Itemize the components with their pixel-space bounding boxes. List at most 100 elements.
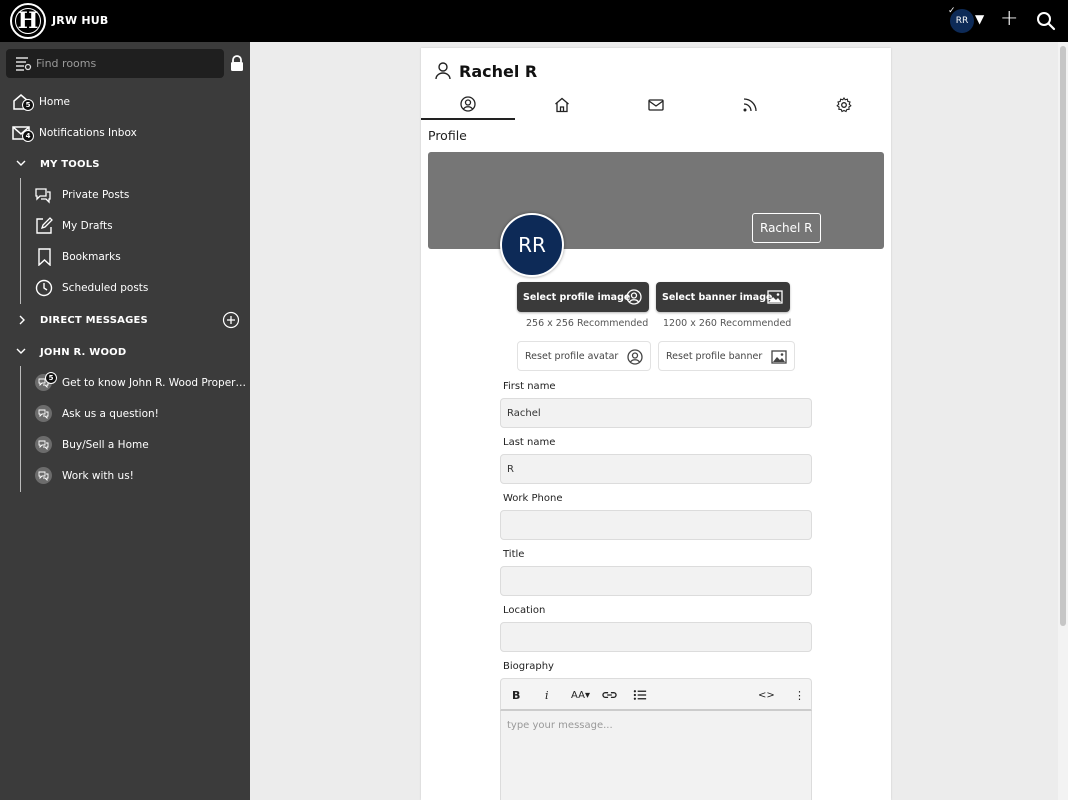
first-name-field[interactable] [500,398,812,428]
reset-profile-banner-button[interactable]: Reset profile banner [658,341,795,371]
chevron-down-icon[interactable]: ▼ [975,12,984,26]
last-name-field[interactable] [500,454,812,484]
font-size-button[interactable]: AA▾ [571,687,590,703]
home-badge: 5 [22,99,34,111]
sidebar-item-my-drafts[interactable]: My Drafts [0,214,250,238]
section-direct-messages[interactable]: DIRECT MESSAGES [0,308,250,332]
reset-profile-banner-label: Reset profile banner [666,350,763,362]
user-icon [435,62,451,80]
sidebar-item-bookmarks[interactable]: Bookmarks [0,245,250,269]
sidebar-room-work-with-us[interactable]: Work with us! [0,464,250,488]
code-button[interactable]: <> [758,687,775,703]
clock-icon [35,279,53,297]
image-icon [771,350,787,364]
biography-label: Biography [503,661,554,672]
work-phone-field[interactable] [500,510,812,540]
reset-profile-avatar-label: Reset profile avatar [525,350,619,362]
page-scrollbar[interactable] [1058,42,1068,800]
home-icon [555,97,569,113]
sidebar-room-get-to-know[interactable]: 5 Get to know John R. Wood Proper… [0,371,250,395]
sidebar-room-ask-us[interactable]: Ask us a question! [0,402,250,426]
sidebar-item-notifications-inbox[interactable]: 4 Notifications Inbox [0,121,250,145]
more-options-button[interactable]: ⋮ [794,687,805,703]
user-avatar-button[interactable]: ✓ RR [948,6,974,33]
my-tools-title: MY TOOLS [40,158,100,170]
bold-button[interactable]: B [512,687,520,703]
profile-tabs [421,90,891,120]
location-field[interactable] [500,622,812,652]
select-profile-image-button[interactable]: Select profile image [517,282,649,312]
section-john-r-wood[interactable]: JOHN R. WOOD [0,340,250,364]
user-circle-icon [627,349,643,365]
chat-room-icon [35,405,52,422]
bookmarks-label: Bookmarks [62,251,121,263]
gear-icon [836,97,852,113]
page-title: Rachel R [459,62,538,81]
rss-icon [743,98,757,112]
room-label: Buy/Sell a Home [62,439,149,451]
sidebar-room-buy-sell[interactable]: Buy/Sell a Home [0,433,250,457]
profile-image-hint: 256 x 256 Recommended [526,318,649,329]
private-posts-label: Private Posts [62,189,130,201]
first-name-label: First name [503,381,556,392]
tab-profile[interactable] [421,90,515,120]
sidebar-item-home[interactable]: 5 Home [0,90,250,114]
banner-image-hint: 1200 x 260 Recommended [663,318,792,329]
select-banner-image-button[interactable]: Select banner image [656,282,790,312]
banner-name-tag: Rachel R [752,213,821,243]
bullet-list-icon[interactable] [633,687,648,703]
jrw-hub-logo[interactable]: H [10,3,46,39]
tab-home[interactable] [515,90,609,120]
find-rooms-box [6,49,224,78]
room-label: Work with us! [62,470,134,482]
inbox-badge: 4 [22,130,34,142]
tab-settings[interactable] [797,90,891,120]
john-r-wood-title: JOHN R. WOOD [40,346,127,358]
scrollbar-thumb[interactable] [1060,46,1066,626]
direct-messages-title: DIRECT MESSAGES [40,314,148,326]
room-badge: 5 [45,372,57,384]
top-bar: H JRW HUB ✓ RR ▼ + [0,0,1068,42]
room-label: Ask us a question! [62,408,159,420]
user-circle-icon [626,289,642,305]
location-label: Location [503,605,546,616]
chevron-down-icon [16,160,26,166]
add-circle-icon[interactable] [222,311,240,329]
tab-messages[interactable] [609,90,703,120]
edit-icon [36,217,53,234]
profile-card: Rachel R Profile Rachel R RR Select prof… [421,48,891,800]
user-circle-icon [460,96,476,112]
bookmark-icon [38,248,51,266]
profile-banner: Rachel R [428,152,884,249]
inbox-label: Notifications Inbox [39,127,137,139]
chat-bubbles-icon [35,188,51,204]
chevron-down-icon [16,348,26,354]
status-check-icon: ✓ [948,6,956,16]
room-label: Get to know John R. Wood Proper… [62,377,246,389]
sidebar: 5 Home 4 Notifications Inbox MY TOOLS Pr… [0,42,250,800]
chevron-right-icon [19,315,25,325]
tab-feeds[interactable] [703,90,797,120]
editor-toolbar: B i AA▾ <> ⋮ [500,678,812,711]
title-field[interactable] [500,566,812,596]
select-profile-image-label: Select profile image [523,291,631,303]
sidebar-item-scheduled-posts[interactable]: Scheduled posts [0,276,250,300]
section-my-tools[interactable]: MY TOOLS [0,152,250,176]
biography-editor[interactable] [500,711,812,800]
select-banner-image-label: Select banner image [662,291,773,303]
my-drafts-label: My Drafts [62,220,113,232]
search-icon[interactable] [1036,11,1056,31]
add-button[interactable]: + [1000,8,1018,30]
chat-room-icon [35,467,52,484]
last-name-label: Last name [503,437,556,448]
filter-list-icon [16,57,32,71]
lock-icon[interactable] [230,55,244,71]
sidebar-item-private-posts[interactable]: Private Posts [0,183,250,207]
link-icon[interactable] [602,687,617,703]
find-rooms-input[interactable] [36,53,216,73]
logo-letter: H [17,8,39,34]
italic-button[interactable]: i [545,687,549,703]
image-icon [767,290,783,304]
profile-avatar: RR [500,213,564,277]
reset-profile-avatar-button[interactable]: Reset profile avatar [517,341,651,371]
